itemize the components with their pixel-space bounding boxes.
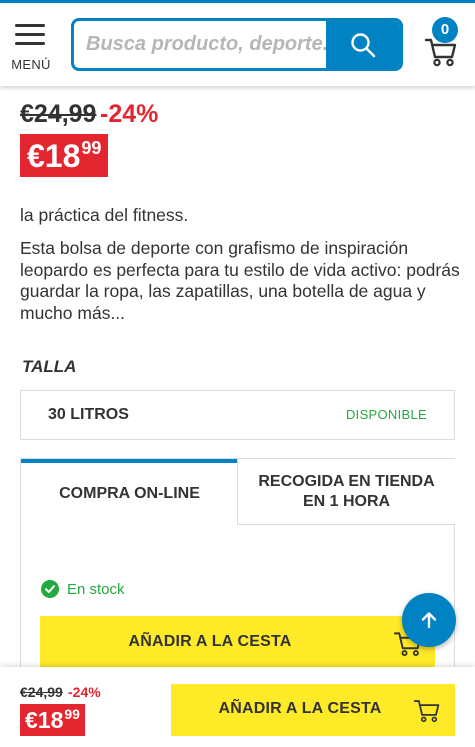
- tab-label: RECOGIDA EN TIENDA EN 1 HORA: [258, 472, 435, 510]
- scroll-to-top-button[interactable]: [402, 593, 456, 647]
- price-decimals: 99: [81, 138, 102, 158]
- sticky-price-badge: €18 99: [20, 704, 85, 736]
- site-header: MENÚ 0: [0, 3, 475, 86]
- search-button[interactable]: [326, 21, 400, 68]
- stock-text: En stock: [67, 580, 125, 598]
- discount-percent: -24%: [100, 100, 159, 128]
- size-selector[interactable]: 30 LITROS DISPONIBLE: [20, 390, 455, 440]
- cart-button[interactable]: 0: [420, 17, 466, 73]
- menu-label: MENÚ: [11, 57, 51, 72]
- description-paragraph: Esta bolsa de deporte con grafismo de in…: [20, 238, 460, 323]
- sticky-purchase-bar: €24,99 -24% €18 99 AÑADIR A LA CESTA: [0, 667, 475, 747]
- sticky-price-integer: €18: [25, 707, 64, 733]
- stock-status: En stock: [41, 580, 125, 598]
- old-price: €24,99: [20, 100, 97, 128]
- tab-store-pickup[interactable]: RECOGIDA EN TIENDA EN 1 HORA: [237, 459, 455, 525]
- size-label: TALLA: [22, 357, 77, 376]
- sticky-add-label: AÑADIR A LA CESTA: [218, 700, 382, 717]
- cart-icon: [424, 38, 457, 67]
- search-icon: [351, 32, 376, 57]
- availability-status: DISPONIBLE: [345, 407, 427, 422]
- menu-button[interactable]: MENÚ: [8, 19, 54, 75]
- price-integer: €18: [27, 138, 81, 174]
- cart-icon: [413, 700, 440, 723]
- size-option: 30 LITROS: [48, 406, 129, 423]
- tab-online-purchase[interactable]: COMPRA ON-LINE: [21, 459, 238, 525]
- search-input[interactable]: [74, 21, 329, 68]
- description-line: la práctica del fitness.: [20, 205, 189, 225]
- current-price-badge: €18 99: [20, 134, 109, 177]
- sticky-discount: -24%: [68, 684, 101, 700]
- add-to-cart-label: AÑADIR A LA CESTA: [128, 633, 292, 650]
- search-box: [71, 18, 403, 71]
- tab-label: COMPRA ON-LINE: [59, 485, 200, 502]
- sticky-add-to-cart-button[interactable]: AÑADIR A LA CESTA: [171, 684, 455, 736]
- sticky-old-price: €24,99: [20, 684, 63, 700]
- arrow-up-icon: [421, 612, 437, 629]
- sticky-price-decimals: 99: [64, 706, 80, 722]
- add-to-cart-button[interactable]: AÑADIR A LA CESTA: [40, 616, 435, 668]
- check-circle-icon: [41, 580, 59, 598]
